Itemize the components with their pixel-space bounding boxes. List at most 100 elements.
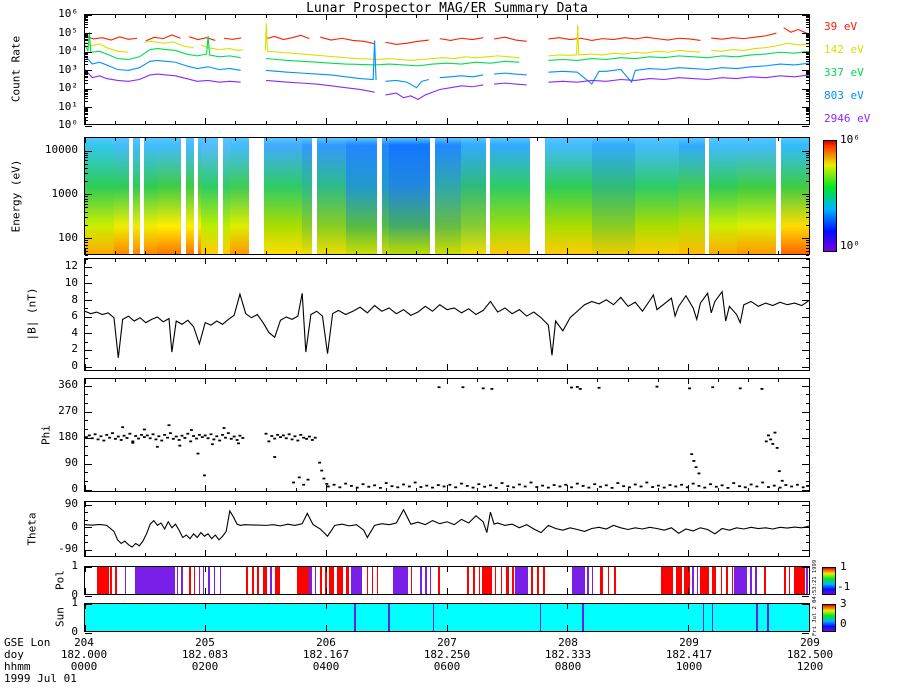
tick-mark bbox=[627, 138, 629, 141]
polarity-segment bbox=[263, 567, 268, 594]
tick-mark bbox=[386, 138, 388, 141]
spectrogram-data-gap bbox=[248, 138, 264, 254]
tick-mark bbox=[144, 138, 146, 141]
tick-mark bbox=[718, 15, 719, 18]
tick-mark bbox=[386, 121, 388, 124]
tick-mark bbox=[446, 248, 448, 254]
tick-mark bbox=[85, 57, 88, 59]
tick-mark bbox=[85, 64, 88, 66]
tick-mark bbox=[802, 316, 809, 318]
tick-mark bbox=[657, 138, 659, 141]
y-tick-label: 90 bbox=[64, 456, 78, 470]
tick-mark bbox=[265, 15, 267, 18]
polarity-segment bbox=[245, 567, 248, 594]
polarity-segment bbox=[193, 567, 196, 594]
x-axis-value: 0200 bbox=[191, 660, 219, 673]
spectrogram-column bbox=[302, 138, 346, 254]
tick-mark bbox=[175, 15, 176, 18]
tick-mark bbox=[802, 595, 809, 597]
tick-mark bbox=[85, 283, 92, 285]
tick-mark bbox=[806, 542, 809, 543]
polarity-segment bbox=[696, 567, 699, 594]
tick-mark bbox=[84, 118, 86, 124]
pol-colorbar bbox=[822, 567, 836, 595]
tick-mark bbox=[114, 15, 116, 18]
tick-mark bbox=[537, 15, 538, 18]
tick-mark bbox=[205, 259, 207, 264]
tick-mark bbox=[85, 207, 88, 209]
tick-mark bbox=[235, 379, 237, 382]
tick-mark bbox=[748, 138, 750, 141]
tick-mark bbox=[802, 527, 809, 528]
tick-mark bbox=[85, 77, 88, 79]
tick-mark bbox=[806, 54, 809, 56]
spectrogram-column bbox=[709, 138, 737, 254]
tick-mark bbox=[205, 118, 207, 124]
polarity-segment bbox=[270, 567, 272, 594]
tick-mark bbox=[85, 420, 88, 422]
x-axis-date: 1999 Jul 01 bbox=[4, 672, 77, 685]
tick-mark bbox=[476, 259, 478, 262]
spectrogram-column bbox=[345, 138, 390, 254]
count_rate-trace bbox=[85, 15, 809, 124]
tick-mark bbox=[802, 385, 809, 387]
tick-mark bbox=[446, 379, 448, 384]
polarity-segment bbox=[613, 567, 616, 594]
tick-mark bbox=[325, 379, 327, 384]
tick-mark bbox=[325, 625, 327, 631]
y-tick-label: 180 bbox=[58, 430, 78, 444]
tick-mark bbox=[386, 15, 388, 18]
tick-mark bbox=[114, 138, 116, 141]
y-tick-label: 90 bbox=[64, 497, 78, 510]
tick-mark bbox=[85, 152, 88, 154]
tick-mark bbox=[808, 567, 810, 572]
tick-mark bbox=[85, 366, 92, 368]
tick-mark bbox=[85, 75, 88, 77]
tick-mark bbox=[657, 15, 659, 18]
tick-mark bbox=[657, 259, 659, 262]
tick-mark bbox=[175, 259, 176, 262]
sun-event-line bbox=[702, 604, 705, 631]
tick-mark bbox=[687, 138, 689, 143]
tick-mark bbox=[386, 488, 388, 491]
sun-event-line bbox=[388, 604, 390, 631]
tick-mark bbox=[85, 74, 88, 76]
tick-mark bbox=[802, 266, 809, 268]
tick-mark bbox=[85, 125, 92, 127]
spectrogram-data-gap bbox=[704, 138, 710, 254]
tick-mark bbox=[295, 15, 297, 18]
tick-mark bbox=[85, 79, 88, 81]
polarity-segment bbox=[425, 567, 427, 594]
tick-mark bbox=[806, 168, 809, 169]
tick-mark bbox=[295, 138, 297, 141]
tick-mark bbox=[808, 604, 810, 609]
tick-mark bbox=[85, 308, 88, 310]
polarity-segment bbox=[692, 567, 694, 594]
tick-mark bbox=[567, 138, 569, 143]
tick-mark bbox=[325, 118, 327, 124]
y-tick-label: 10² bbox=[58, 81, 78, 94]
polarity-segment bbox=[319, 567, 322, 594]
polarity-segment bbox=[438, 567, 440, 594]
tick-mark bbox=[802, 437, 809, 439]
tick-mark bbox=[325, 248, 327, 254]
phi-trace bbox=[85, 385, 809, 489]
tick-mark bbox=[416, 367, 418, 370]
polarity-segment bbox=[473, 567, 476, 594]
tick-mark bbox=[85, 333, 92, 335]
tick-mark bbox=[806, 480, 809, 482]
polarity-segment bbox=[478, 567, 481, 594]
tick-mark bbox=[205, 248, 207, 254]
tick-mark bbox=[506, 379, 508, 382]
tick-mark bbox=[506, 367, 508, 370]
tick-mark bbox=[806, 275, 809, 277]
tick-mark bbox=[802, 349, 809, 351]
tick-mark bbox=[806, 154, 809, 156]
tick-mark bbox=[85, 224, 88, 226]
tick-mark bbox=[85, 157, 88, 159]
tick-mark bbox=[85, 34, 88, 36]
tick-mark bbox=[85, 472, 88, 474]
polarity-segment bbox=[764, 567, 766, 594]
y-tick-label: 10⁶ bbox=[58, 7, 78, 20]
tick-mark bbox=[597, 259, 599, 262]
